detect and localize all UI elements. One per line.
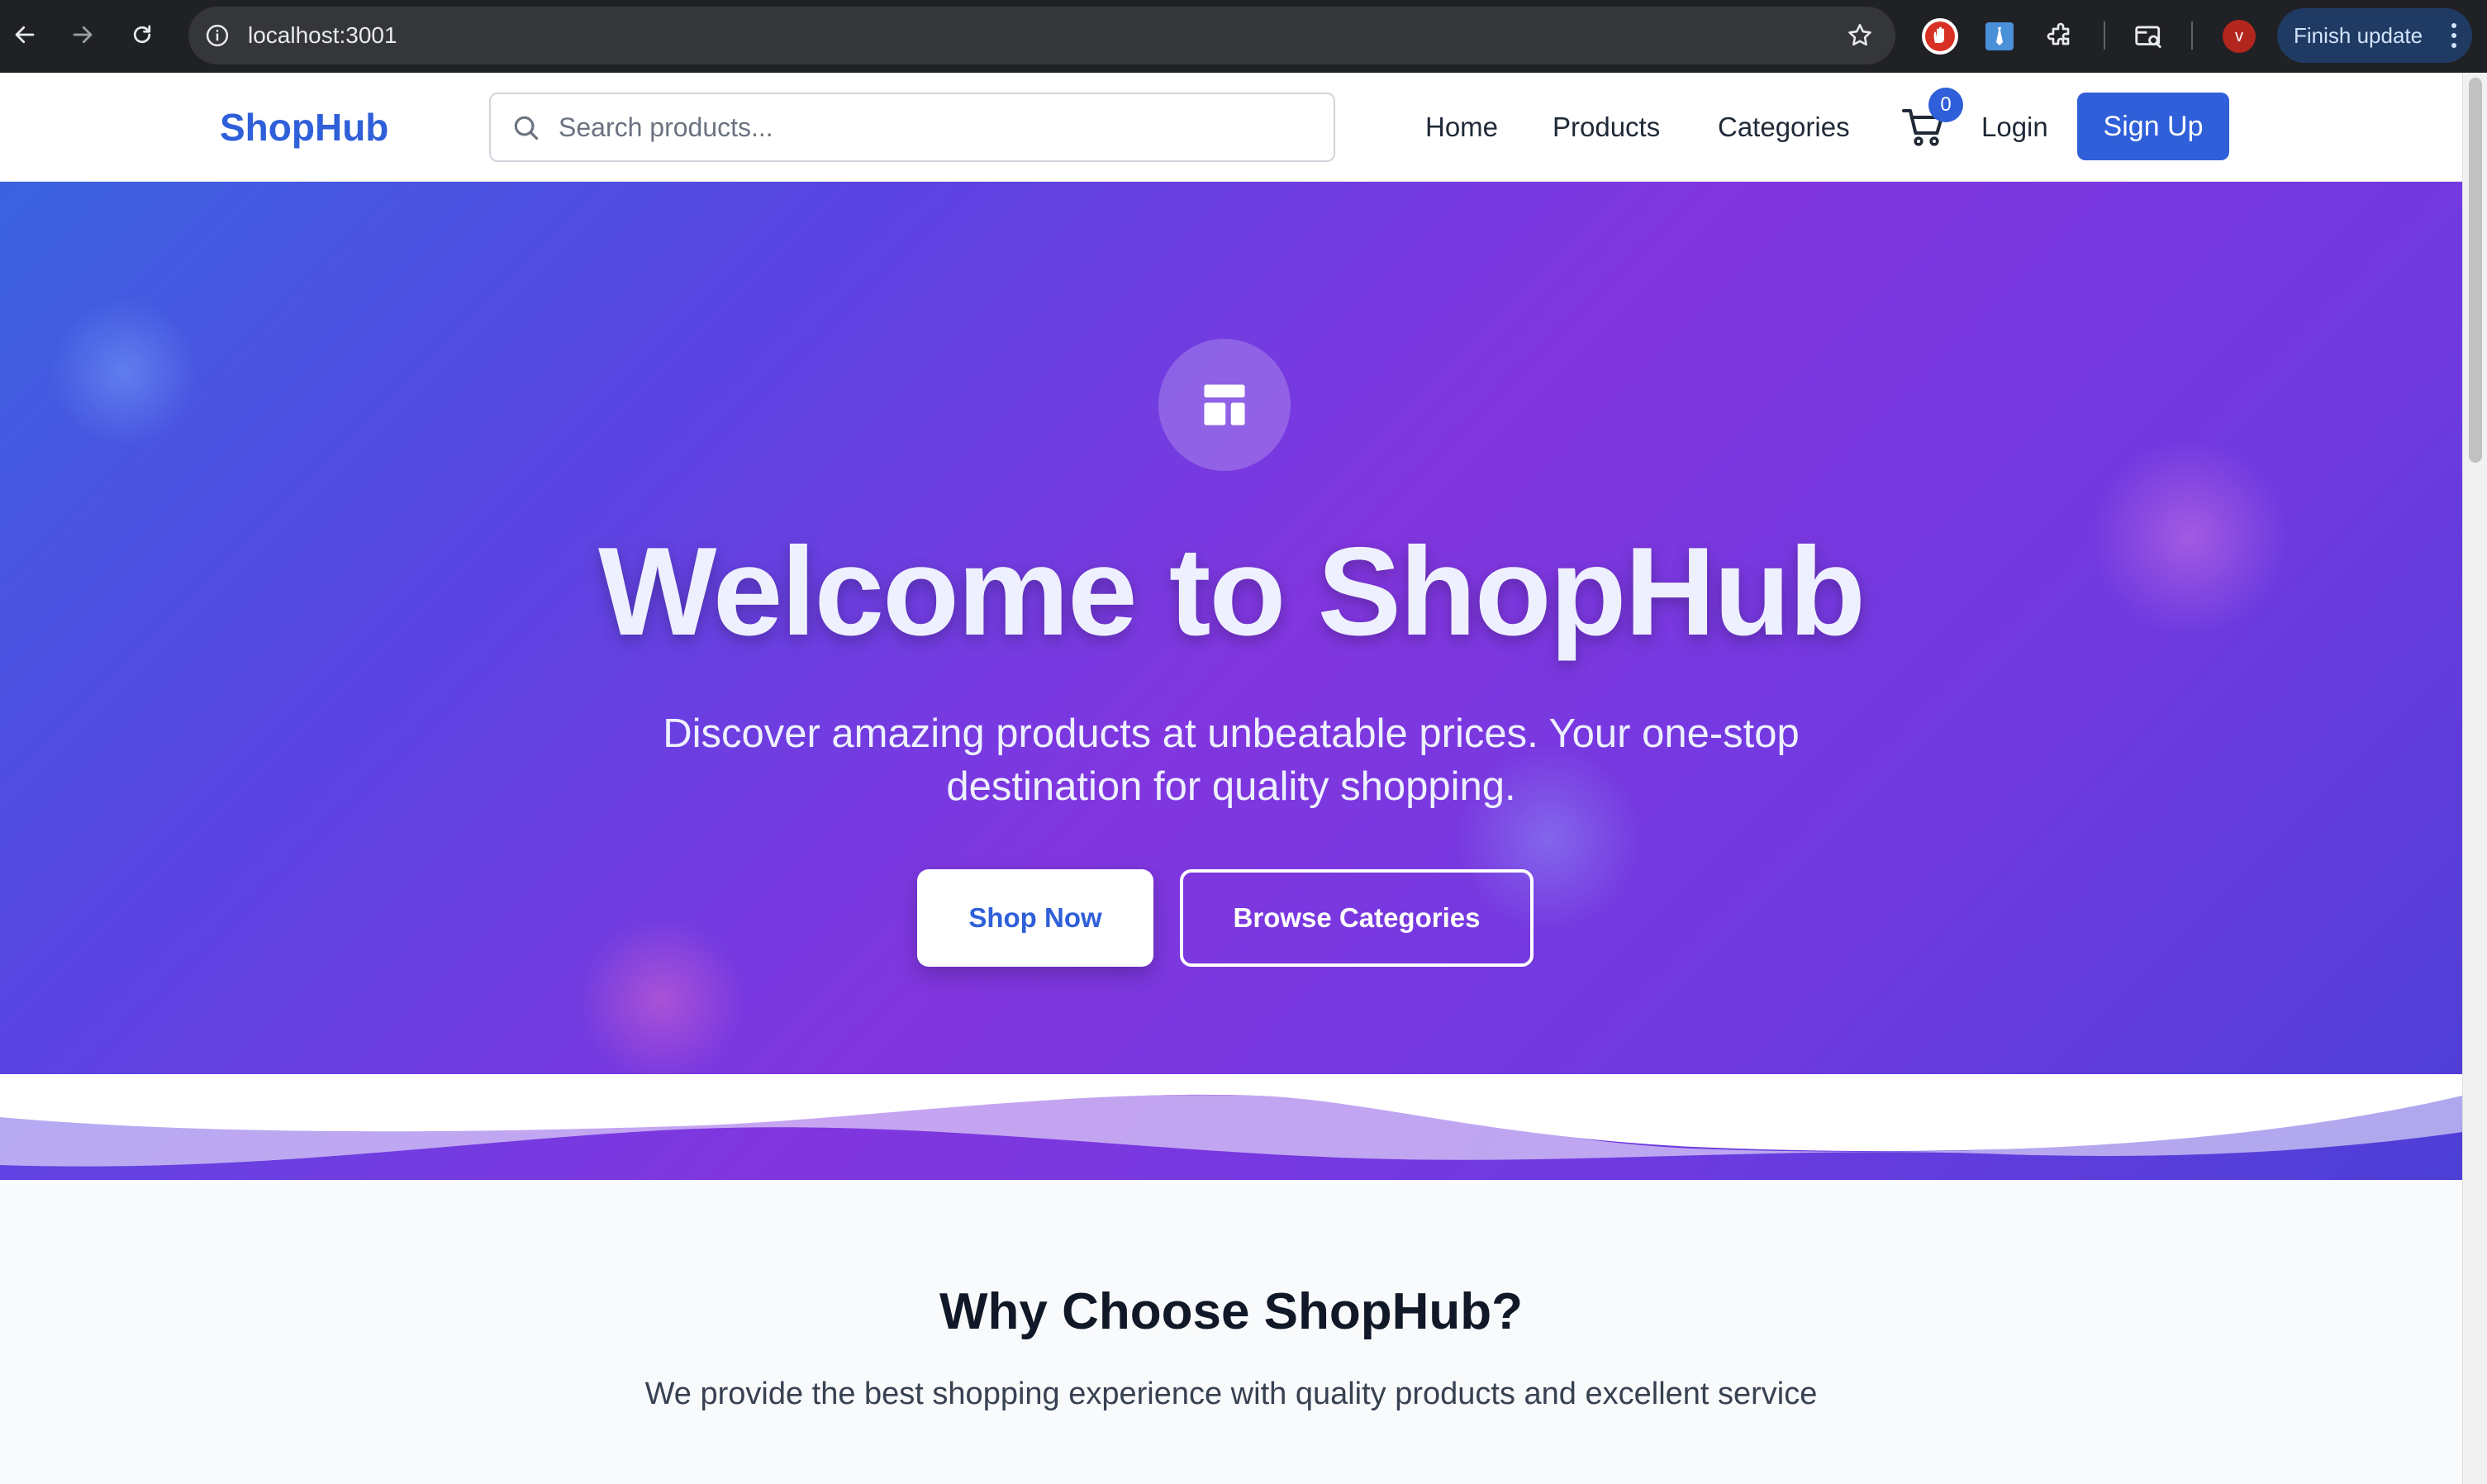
features-subtitle: We provide the best shopping experience …: [644, 1377, 1818, 1411]
decorative-blob: [50, 297, 198, 446]
search-input[interactable]: [557, 101, 1301, 154]
hero-title: Welcome to ShopHub: [598, 521, 1866, 662]
login-link[interactable]: Login: [1981, 73, 2048, 182]
toolbar-divider: [2191, 21, 2193, 50]
address-bar[interactable]: localhost:3001: [188, 7, 1895, 64]
cart-count-badge: 0: [1928, 88, 1963, 122]
site-info-icon[interactable]: [205, 23, 230, 48]
search-box[interactable]: [489, 93, 1335, 162]
finish-update-button[interactable]: Finish update: [2277, 8, 2472, 63]
shop-now-button[interactable]: Shop Now: [917, 869, 1153, 967]
nav-home[interactable]: Home: [1425, 73, 1498, 182]
toolbar-divider: [2104, 21, 2105, 50]
more-vert-icon: [2451, 23, 2457, 48]
arrow-right-icon: [73, 26, 93, 44]
hero-section: Welcome to ShopHub Discover amazing prod…: [0, 182, 2462, 1180]
features-heading: Why Choose ShopHub?: [939, 1283, 1524, 1340]
decorative-blob: [578, 917, 744, 1082]
forward-button[interactable]: [64, 17, 101, 53]
arrow-left-icon: [15, 26, 35, 44]
scrollbar-thumb[interactable]: [2469, 78, 2482, 463]
hero-wave-divider: [0, 1074, 2462, 1167]
signup-button[interactable]: Sign Up: [2077, 93, 2229, 160]
nav-products[interactable]: Products: [1553, 73, 1660, 182]
browser-toolbar: localhost:3001 v Finish update: [0, 0, 2487, 73]
page-scrollbar[interactable]: [2462, 73, 2487, 1484]
reload-button[interactable]: [124, 17, 160, 53]
browse-categories-button[interactable]: Browse Categories: [1180, 869, 1534, 967]
tab-search-icon[interactable]: [2128, 17, 2168, 56]
back-button[interactable]: [7, 17, 43, 53]
reload-icon: [133, 25, 151, 44]
layout-template-icon: [1204, 384, 1245, 426]
nav-categories[interactable]: Categories: [1718, 73, 1850, 182]
address-url[interactable]: localhost:3001: [248, 7, 397, 64]
search-icon: [514, 116, 539, 140]
hero-subtitle: Discover amazing products at unbeatable …: [663, 711, 1800, 809]
hero-icon-badge: [1158, 339, 1291, 471]
finish-update-label: Finish update: [2294, 22, 2423, 48]
profile-avatar[interactable]: v: [2223, 20, 2256, 53]
extension-tie-icon[interactable]: [1980, 17, 2019, 56]
extensions-puzzle-icon[interactable]: [2041, 17, 2080, 56]
site-logo[interactable]: ShopHub: [220, 73, 388, 182]
extension-adblock-icon[interactable]: [1920, 17, 1960, 56]
bookmark-star-icon[interactable]: [1846, 21, 1874, 50]
